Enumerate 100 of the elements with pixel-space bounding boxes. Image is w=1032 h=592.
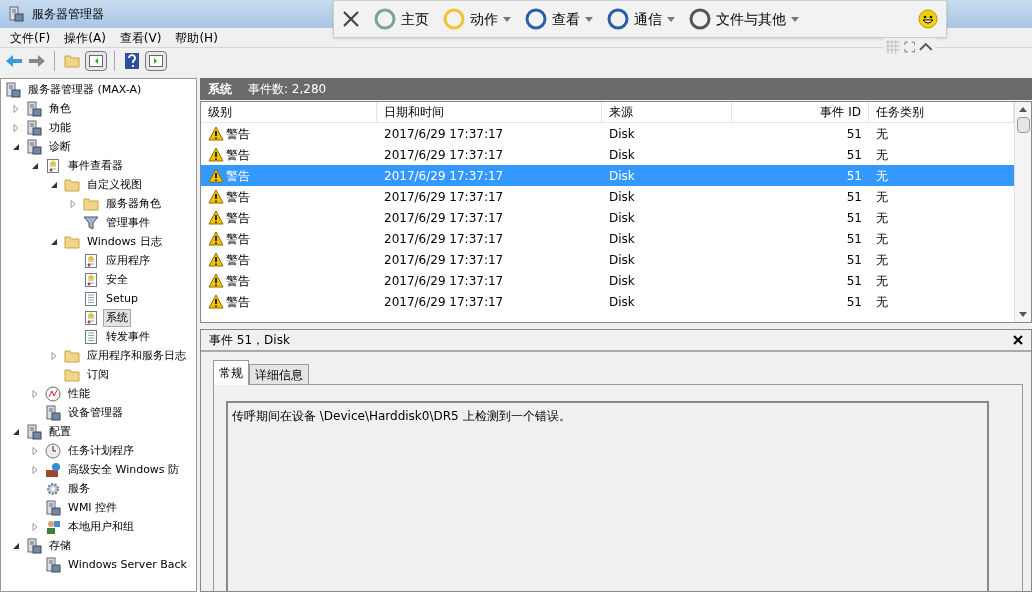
event-row[interactable]: 警告 2017/6/29 17:37:17 Disk 51 无 — [201, 186, 1014, 207]
show-action-pane-button[interactable] — [145, 50, 167, 71]
event-row[interactable]: 警告 2017/6/29 17:37:17 Disk 51 无 — [201, 291, 1014, 312]
computer-icon — [26, 119, 42, 136]
expanded-arrow-icon[interactable] — [50, 180, 58, 189]
document-icon — [83, 328, 99, 345]
scroll-up-icon[interactable] — [1019, 107, 1027, 112]
table-cell-text: Disk — [608, 209, 636, 227]
scrollbar-thumb[interactable] — [1016, 117, 1030, 133]
menu-item[interactable]: 帮助(H) — [175, 28, 218, 47]
tree-item[interactable]: 高级安全 Windows 防 — [65, 460, 183, 479]
warning-icon — [208, 294, 224, 309]
collapsed-arrow-icon[interactable] — [31, 446, 39, 455]
column-header[interactable]: 来源 — [602, 102, 732, 122]
expanded-arrow-icon[interactable] — [31, 161, 39, 170]
toolbar-icon — [689, 8, 711, 30]
tree-item[interactable]: 设备管理器 — [65, 403, 126, 422]
event-row[interactable]: 警告 2017/6/29 17:37:17 Disk 51 无 — [201, 249, 1014, 270]
close-icon[interactable] — [342, 10, 360, 28]
quick-menu-button[interactable]: 通信 — [607, 8, 675, 30]
column-header[interactable]: 日期和时间 — [377, 102, 602, 122]
table-cell-text: 警告 — [226, 251, 250, 269]
expanded-arrow-icon[interactable] — [12, 142, 20, 151]
tree-item[interactable]: 诊断 — [46, 137, 74, 156]
collapsed-arrow-icon[interactable] — [31, 389, 39, 398]
table-cell-text: 警告 — [226, 209, 250, 227]
tree-item[interactable]: 事件查看器 — [65, 156, 126, 175]
collapsed-arrow-icon[interactable] — [31, 465, 39, 474]
scrollbar[interactable] — [1014, 102, 1031, 322]
tree-item[interactable]: 功能 — [46, 118, 74, 137]
detail-tab[interactable]: 详细信息 — [249, 364, 309, 385]
quick-menu-button[interactable]: 动作 — [443, 8, 511, 30]
computer-icon — [45, 556, 61, 573]
expanded-arrow-icon[interactable] — [50, 237, 58, 246]
tree-item[interactable]: 安全 — [103, 270, 131, 289]
collapsed-arrow-icon[interactable] — [69, 199, 77, 208]
tree-item[interactable]: WMI 控件 — [65, 498, 121, 517]
tree-item[interactable]: 系统 — [103, 308, 131, 327]
tree-item[interactable]: 应用程序 — [103, 251, 153, 270]
computer-icon — [8, 6, 24, 22]
menu-item[interactable]: 文件(F) — [10, 28, 51, 47]
menu-item[interactable]: 操作(A) — [64, 28, 106, 47]
warning-icon — [208, 126, 224, 141]
table-cell-text: 51 — [845, 230, 863, 248]
tree-item[interactable]: 服务 — [65, 479, 93, 498]
collapsed-arrow-icon[interactable] — [50, 351, 58, 360]
quick-menu-button[interactable]: 查看 — [525, 8, 593, 30]
back-arrow-icon — [5, 53, 23, 68]
column-header[interactable]: 级别 — [201, 102, 377, 122]
event-row[interactable]: 警告 2017/6/29 17:37:17 Disk 51 无 — [201, 270, 1014, 291]
event-count: 事件数: 2,280 — [248, 81, 327, 98]
log-icon — [83, 309, 99, 326]
detail-tab[interactable]: 常规 — [213, 360, 249, 385]
expand-icon[interactable] — [903, 41, 916, 53]
tree-item[interactable]: Windows Server Back — [65, 555, 190, 574]
tree-item[interactable]: Setup — [103, 289, 142, 308]
table-cell-text: Disk — [608, 230, 636, 248]
table-cell-text: 2017/6/29 17:37:17 — [383, 125, 505, 143]
collapse-chevron-icon[interactable] — [919, 42, 933, 52]
pane-icon — [89, 54, 103, 67]
expanded-arrow-icon[interactable] — [12, 541, 20, 550]
tree-item[interactable]: 角色 — [46, 99, 74, 118]
gear-icon — [45, 480, 61, 497]
tree-item[interactable]: 订阅 — [84, 365, 112, 384]
quick-menu-button[interactable]: 主页 — [374, 8, 429, 30]
table-cell-text: 无 — [875, 293, 889, 311]
collapsed-arrow-icon[interactable] — [12, 123, 20, 132]
tree-item[interactable]: 存储 — [46, 536, 74, 555]
event-row[interactable]: 警告 2017/6/29 17:37:17 Disk 51 无 — [201, 144, 1014, 165]
tree-item[interactable]: 自定义视图 — [84, 175, 145, 194]
event-row[interactable]: 警告 2017/6/29 17:37:17 Disk 51 无 — [201, 228, 1014, 249]
event-row[interactable]: 警告 2017/6/29 17:37:17 Disk 51 无 — [201, 207, 1014, 228]
tree-item[interactable]: 服务器管理器 (MAX-A) — [25, 80, 145, 99]
collapsed-arrow-icon[interactable] — [31, 522, 39, 531]
warning-icon — [208, 210, 224, 225]
tree-item[interactable]: 服务器角色 — [103, 194, 164, 213]
pane-icon — [149, 54, 163, 67]
tree-item[interactable]: 任务计划程序 — [65, 441, 137, 460]
tree-item[interactable]: 转发事件 — [103, 327, 153, 346]
gauge-icon — [45, 385, 61, 402]
collapsed-arrow-icon[interactable] — [12, 104, 20, 113]
log-icon — [83, 271, 99, 288]
table-cell-text: 51 — [845, 209, 863, 227]
tree-item[interactable]: 本地用户和组 — [65, 517, 137, 536]
menu-item[interactable]: 查看(V) — [119, 28, 162, 47]
show-tree-button[interactable] — [85, 50, 107, 71]
scroll-down-icon[interactable] — [1019, 312, 1027, 317]
close-icon[interactable] — [1013, 335, 1023, 345]
table-cell-text: Disk — [608, 293, 636, 311]
tree-item[interactable]: 应用程序和服务日志 — [84, 346, 189, 365]
tree-item[interactable]: 配置 — [46, 422, 74, 441]
tree-item[interactable]: 性能 — [65, 384, 93, 403]
column-header[interactable]: 事件 ID — [732, 102, 869, 122]
expanded-arrow-icon[interactable] — [12, 427, 20, 436]
quick-menu-button[interactable]: 文件与其他 — [689, 8, 799, 30]
event-row[interactable]: 警告 2017/6/29 17:37:17 Disk 51 无 — [201, 123, 1014, 144]
tree-item[interactable]: 管理事件 — [103, 213, 153, 232]
tree-item[interactable]: Windows 日志 — [84, 232, 165, 251]
event-message: 传呼期间在设备 \Device\Harddisk0\DR5 上检测到一个错误。 — [232, 409, 571, 423]
help-button[interactable] — [122, 50, 142, 71]
